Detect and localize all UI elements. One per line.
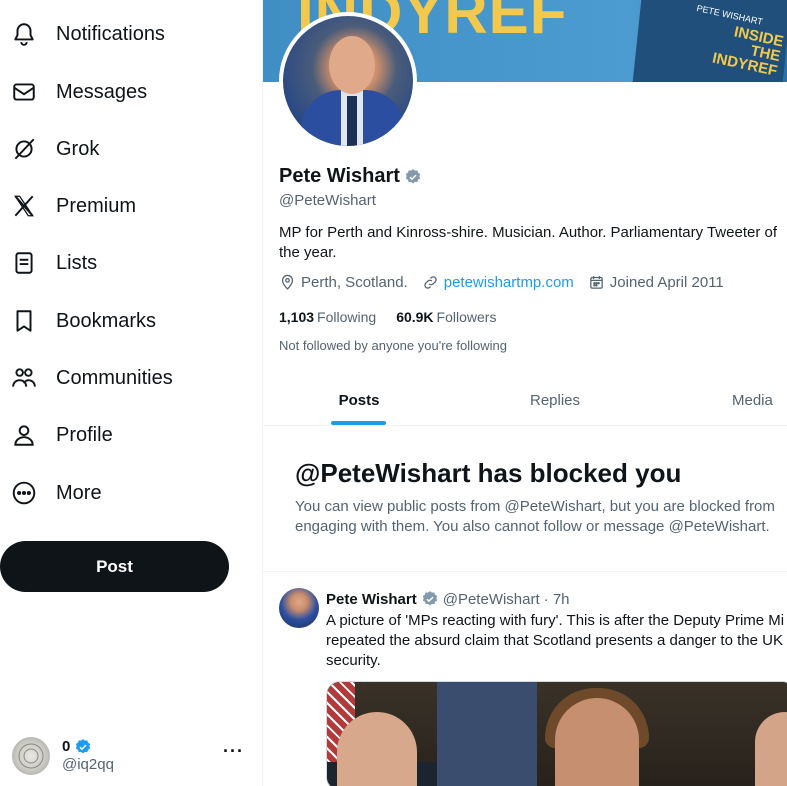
tab-replies[interactable]: Replies	[455, 374, 655, 426]
bell-icon	[10, 20, 38, 48]
profile-website-link[interactable]: petewishartmp.com	[444, 274, 574, 291]
sidebar-item-notifications[interactable]: Notifications	[10, 11, 165, 57]
profile-joined: Joined April 2011	[609, 274, 724, 291]
sidebar-item-label: Lists	[56, 251, 98, 274]
sidebar-item-label: More	[56, 481, 102, 504]
sidebar-item-label: Messages	[56, 80, 148, 103]
post-button[interactable]: Post	[0, 541, 229, 592]
verified-badge-icon	[422, 591, 437, 606]
sidebar-item-communities[interactable]: Communities	[10, 355, 173, 401]
profile-handle: @PeteWishart	[279, 192, 376, 209]
profile-column: INDYREF PETE WISHART INSIDE THE INDYREF …	[263, 0, 787, 786]
link-icon	[424, 276, 437, 289]
tab-posts[interactable]: Posts	[263, 374, 455, 426]
more-circle-icon	[10, 479, 38, 507]
following-count: 1,103	[279, 309, 315, 325]
profile-avatar[interactable]	[279, 12, 417, 150]
account-handle: @iq2qq	[62, 756, 114, 773]
account-more-icon[interactable]: ···	[223, 741, 244, 762]
verified-badge-icon[interactable]	[404, 168, 422, 186]
tweet-author-name[interactable]: Pete Wishart	[326, 591, 417, 608]
calendar-icon	[589, 276, 603, 289]
tab-media[interactable]: Media	[655, 374, 787, 426]
followers-link[interactable]: 60.9K Followers	[396, 309, 496, 325]
sidebar-item-grok[interactable]: Grok	[10, 126, 99, 172]
sidebar-item-label: Grok	[56, 137, 100, 160]
bookmark-icon	[10, 307, 38, 335]
sidebar-item-label: Bookmarks	[56, 309, 157, 332]
person-icon	[10, 421, 38, 449]
blocked-description: You can view public posts from @PeteWish…	[295, 498, 775, 535]
tweet-media-image[interactable]	[326, 681, 787, 786]
account-display-name: 0	[62, 738, 71, 755]
sidebar-item-label: Premium	[56, 194, 137, 217]
following-link[interactable]: 1,103 Following	[279, 309, 376, 325]
tweet-author-handle[interactable]: @PeteWishart	[443, 591, 540, 608]
avatar	[12, 737, 50, 775]
followers-label: Followers	[436, 309, 497, 325]
sidebar-item-lists[interactable]: Lists	[10, 240, 97, 286]
sidebar: Notifications Messages Grok Premium List…	[0, 0, 263, 786]
account-switcher[interactable]: 0 @iq2qq ···	[12, 735, 252, 777]
profile-location: Perth, Scotland.	[301, 274, 408, 291]
tweet-time[interactable]: · 7h	[544, 591, 570, 608]
sidebar-item-label: Communities	[56, 366, 173, 389]
list-icon	[10, 249, 38, 277]
verified-badge-icon	[76, 739, 91, 754]
followers-count: 60.9K	[396, 309, 434, 325]
tweet-header: Pete Wishart @PeteWishart · 7h	[326, 590, 570, 608]
tweet-text: A picture of 'MPs reacting with fury'. T…	[326, 611, 787, 671]
profile-bio: MP for Perth and Kinross-shire. Musician…	[279, 224, 778, 261]
tweet-text-line: security.	[326, 652, 381, 669]
sidebar-item-premium[interactable]: Premium	[10, 183, 136, 229]
profile-tabs: Posts Replies Media	[263, 374, 787, 426]
blocked-title: @PeteWishart has blocked you	[295, 458, 682, 488]
sidebar-item-profile[interactable]: Profile	[10, 412, 113, 458]
profile-stats: 1,103 Following 60.9K Followers	[279, 309, 516, 325]
not-followed-notice: Not followed by anyone you're following	[279, 338, 507, 353]
seal-icon	[18, 743, 44, 769]
sidebar-item-bookmarks[interactable]: Bookmarks	[10, 298, 156, 344]
tweet-text-line: repeated the absurd claim that Scotland …	[326, 632, 783, 649]
sidebar-item-more[interactable]: More	[10, 470, 102, 516]
profile-meta: Perth, Scotland. petewishartmp.com Joine…	[279, 274, 738, 291]
communities-icon	[10, 364, 38, 392]
sidebar-item-messages[interactable]: Messages	[10, 69, 147, 115]
divider	[263, 571, 787, 572]
active-tab-indicator	[331, 421, 386, 425]
following-label: Following	[317, 309, 377, 325]
profile-name: Pete Wishart	[279, 165, 400, 187]
sidebar-item-label: Profile	[56, 423, 113, 446]
grok-icon	[10, 135, 38, 163]
x-logo-icon	[10, 192, 38, 220]
location-pin-icon	[281, 274, 294, 290]
tweet-text-line: A picture of 'MPs reacting with fury'. T…	[326, 612, 785, 629]
envelope-icon	[10, 78, 38, 106]
sidebar-item-label: Notifications	[56, 22, 165, 45]
tweet-avatar[interactable]	[279, 588, 319, 628]
